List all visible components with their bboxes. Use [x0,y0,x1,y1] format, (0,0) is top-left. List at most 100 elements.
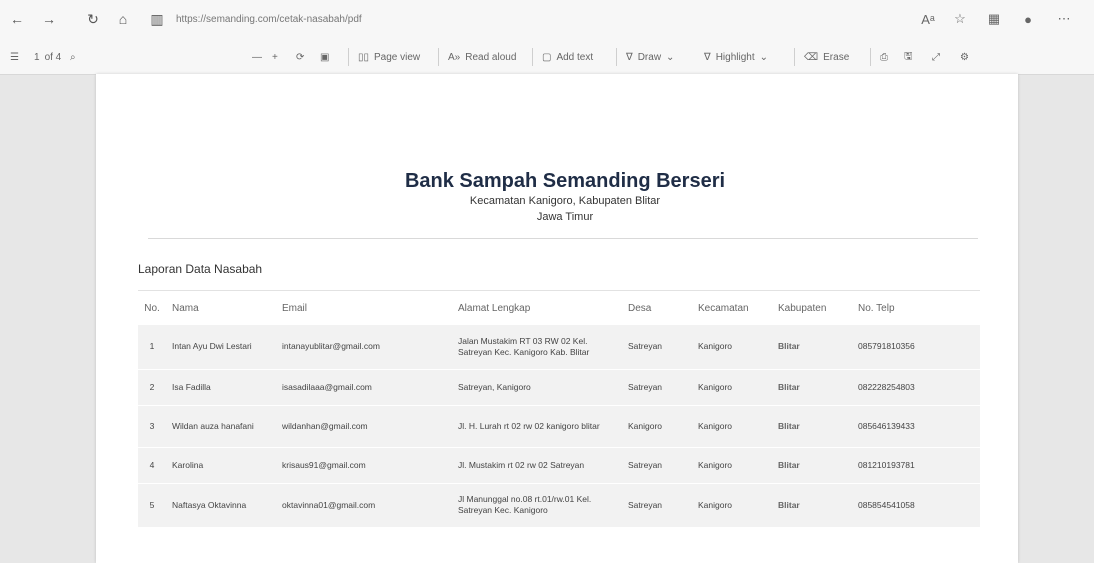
browser-topbar: ← → ↻ ⌂ ▥ https://semanding.com/cetak-na… [0,0,1094,39]
column-header: Alamat Lengkap [452,290,622,325]
add-text-button[interactable]: ▢ Add text [542,49,593,65]
cell-kecamatan: Kanigoro [692,405,772,448]
column-header: No. [138,290,166,325]
back-icon[interactable]: ← [6,8,28,30]
read-aloud-tool-icon: A» [448,51,461,63]
erase-label: Erase [823,51,850,63]
cell-kecamatan: Kanigoro [692,483,772,528]
document-subtitle-2: Jawa Timur [536,211,594,223]
page-view-button[interactable]: ▯▯ Page view [358,49,420,65]
address-bar[interactable]: https://semanding.com/cetak-nasabah/pdf [176,8,916,30]
cell-no: 3 [138,405,166,448]
table-header: No. Nama Email Alamat Lengkap Desa Kecam… [138,290,980,325]
separator [794,48,795,66]
erase-button[interactable]: ⌫ Erase [804,49,849,65]
cell-alamat: Satreyan, Kanigoro [452,369,622,406]
collections-icon[interactable]: ▦ [982,8,1006,30]
cell-desa: Satreyan [622,369,692,406]
separator [532,48,533,66]
cell-email: intanayublitar@gmail.com [276,325,452,370]
cell-kecamatan: Kanigoro [692,447,772,484]
read-aloud-button[interactable]: A» Read aloud [448,49,516,65]
cell-nama: Wildan auza hanafani [166,405,276,448]
rotate-icon[interactable]: ⟳ [296,49,304,65]
cell-no: 2 [138,369,166,406]
page-total: of 4 [44,51,62,63]
highlight-button[interactable]: ∇ Highlight ⌄ [704,49,768,65]
draw-label: Draw [637,51,662,63]
column-header: Kabupaten [772,290,852,325]
more-icon[interactable]: ⋯ [1052,8,1076,30]
cell-telp: 081210193781 [852,447,980,484]
report-label: Laporan Data Nasabah [138,262,263,276]
table-row: 2 Isa Fadilla isasadilaaa@gmail.com Satr… [138,369,980,406]
refresh-icon[interactable]: ↻ [82,8,104,30]
page-view-icon: ▯▯ [358,51,370,63]
draw-button[interactable]: ∇ Draw ⌄ [626,49,674,65]
pdf-page: Bank Sampah Semanding Berseri Kecamatan … [96,74,1018,563]
cell-telp: 082228254803 [852,369,980,406]
home-icon[interactable]: ⌂ [112,8,134,30]
cell-nama: Naftasya Oktavinna [166,483,276,528]
cell-kabupaten: Blitar [772,483,852,528]
cell-desa: Satreyan [622,483,692,528]
cell-email: oktavinna01@gmail.com [276,483,452,528]
cell-alamat: Jalan Mustakim RT 03 RW 02 Kel. Satreyan… [452,325,622,370]
table-row: 3 Wildan auza hanafani wildanhan@gmail.c… [138,405,980,448]
cell-no: 5 [138,483,166,528]
draw-chevron-icon: ⌄ [666,51,675,63]
draw-icon: ∇ [626,51,633,63]
cell-kabupaten: Blitar [772,405,852,448]
read-aloud-label: Read aloud [465,51,517,63]
print-icon[interactable]: ⎙ [880,49,888,65]
zoom-in-button[interactable]: + [272,49,278,65]
table-row: 5 Naftasya Oktavinna oktavinna01@gmail.c… [138,483,980,528]
pdf-toolbar: ☰ 1 of 4 ⌕ — + ⟳ ▣ ▯▯ Page view A» Read al… [0,38,1094,75]
cell-nama: Karolina [166,447,276,484]
page-view-label: Page view [374,51,421,63]
forward-icon[interactable]: → [38,8,60,30]
favorite-icon[interactable]: ☆ [948,8,972,30]
cell-desa: Satreyan [622,447,692,484]
settings-icon[interactable]: ⚙ [960,49,969,65]
contents-icon[interactable]: ☰ [10,49,19,65]
fit-page-icon[interactable]: ▣ [320,49,329,65]
column-header: Nama [166,290,276,325]
cell-kabupaten: Blitar [772,369,852,406]
table-body: 1 Intan Ayu Dwi Lestari intanayublitar@g… [138,325,980,528]
column-header: Kecamatan [692,290,772,325]
expand-icon[interactable]: ⤢ [932,49,940,65]
separator [348,48,349,66]
cell-nama: Isa Fadilla [166,369,276,406]
profile-icon[interactable]: ● [1016,8,1040,30]
separator [438,48,439,66]
document-subtitle: Kecamatan Kanigoro, Kabupaten Blitar [469,195,661,207]
highlight-label: Highlight [715,51,755,63]
separator [616,48,617,66]
column-header: Email [276,290,452,325]
read-aloud-icon[interactable]: Aᵃ [916,8,940,30]
erase-icon: ⌫ [804,51,819,63]
cell-alamat: Jl Manunggal no.08 rt.01/rw.01 Kel. Satr… [452,483,622,528]
cell-alamat: Jl. H. Lurah rt 02 rw 02 kanigoro blitar [452,405,622,448]
page-number-input[interactable]: 1 [34,52,40,63]
site-info-icon[interactable]: ▥ [146,8,168,30]
add-text-label: Add text [556,51,594,63]
highlight-icon: ∇ [704,51,711,63]
cell-telp: 085646139433 [852,405,980,448]
search-icon[interactable]: ⌕ [70,49,76,65]
save-icon[interactable]: 🖫 [904,49,913,65]
zoom-out-button[interactable]: — [252,49,262,65]
table-row: 1 Intan Ayu Dwi Lestari intanayublitar@g… [138,325,980,370]
cell-kecamatan: Kanigoro [692,325,772,370]
cell-telp: 085854541058 [852,483,980,528]
cell-kabupaten: Blitar [772,447,852,484]
cell-email: isasadilaaa@gmail.com [276,369,452,406]
nasabah-table: No. Nama Email Alamat Lengkap Desa Kecam… [138,290,980,528]
cell-email: wildanhan@gmail.com [276,405,452,448]
cell-desa: Kanigoro [622,405,692,448]
cell-telp: 085791810356 [852,325,980,370]
column-header: No. Telp [852,290,980,325]
cell-desa: Satreyan [622,325,692,370]
page-indicator: 1 of 4 [34,49,64,65]
